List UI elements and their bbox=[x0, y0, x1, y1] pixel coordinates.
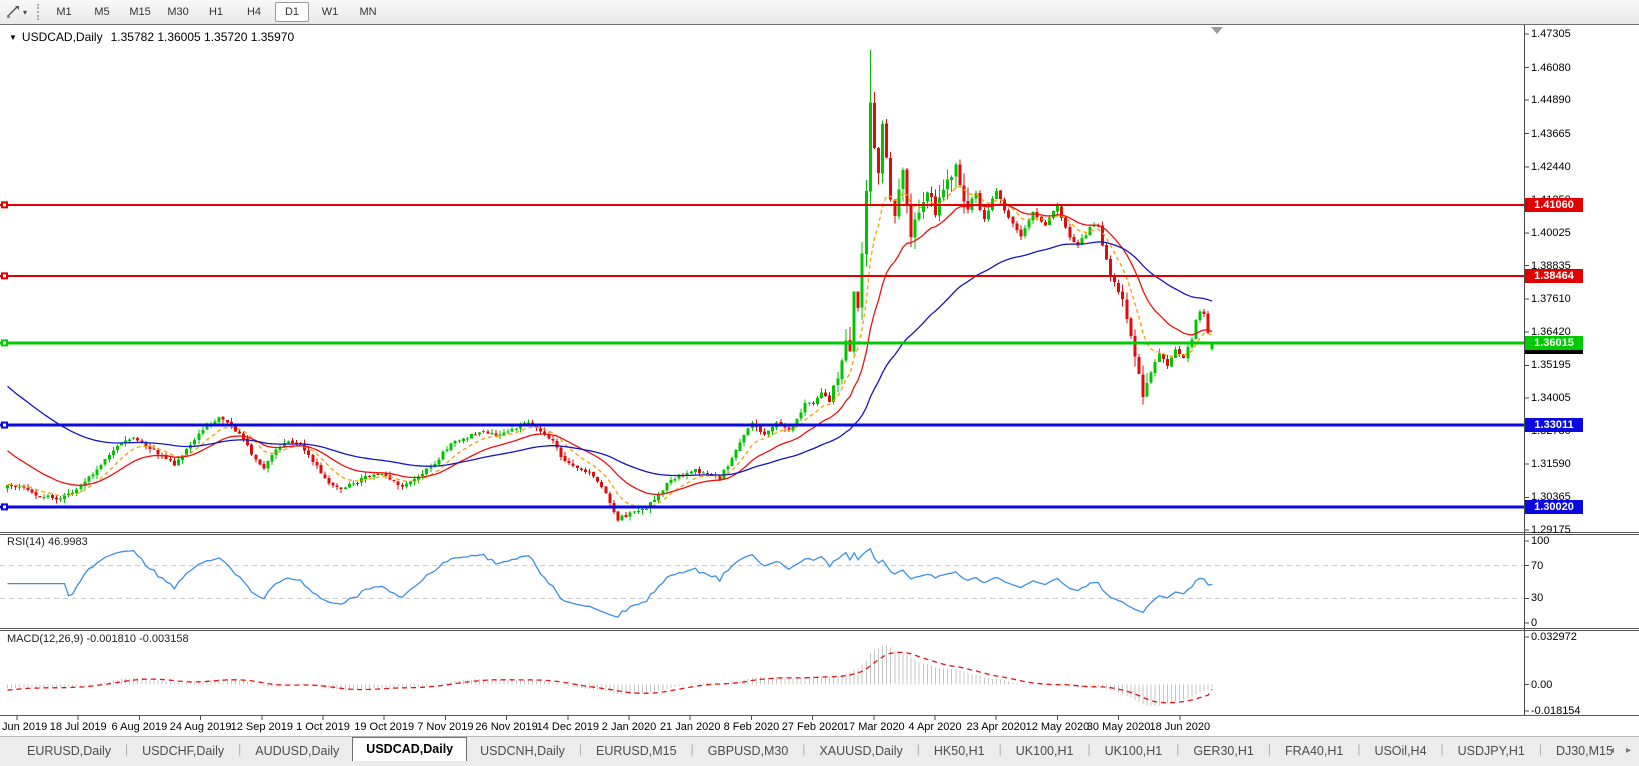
timeframe-button-mn[interactable]: MN bbox=[351, 2, 385, 22]
macd-label: MACD(12,26,9) -0.001810 -0.003158 bbox=[7, 633, 189, 645]
chart-tab-fra40-h1[interactable]: FRA40,H1 bbox=[1272, 741, 1356, 761]
time-axis-label: 18 Jul 2019 bbox=[49, 721, 107, 733]
time-axis-label: 6 Aug 2019 bbox=[111, 721, 168, 733]
tab-scroll-left-icon[interactable]: ◂ bbox=[1609, 745, 1614, 756]
level-drag-handle-dot bbox=[3, 203, 6, 207]
macd-axis-tick: 0.00 bbox=[1531, 678, 1553, 691]
time-axis-label: 24 Aug 2019 bbox=[169, 721, 232, 733]
toolbar: ▾ M1 M5 M15 M30 H1 H4 D1 W1 MN bbox=[0, 0, 1639, 25]
ohlc-values: 1.35782 1.36005 1.35720 1.35970 bbox=[110, 30, 295, 44]
price-axis-tick: 1.43665 bbox=[1531, 127, 1571, 140]
level-price-box: 1.41060 bbox=[1525, 197, 1583, 212]
rsi-line bbox=[7, 547, 1213, 618]
price-axis-tick: 1.46080 bbox=[1531, 61, 1571, 74]
timeframe-button-h4[interactable]: H4 bbox=[237, 2, 271, 22]
price-axis-tick: 1.42440 bbox=[1531, 161, 1571, 174]
cursor-line-tool-icon[interactable] bbox=[4, 4, 22, 20]
level-price-box: 1.36015 bbox=[1525, 335, 1583, 350]
timeframe-button-w1[interactable]: W1 bbox=[313, 2, 347, 22]
candles-layer bbox=[6, 50, 1214, 522]
chart-tabs-bar: EURUSD,Daily | USDCHF,Daily | AUDUSD,Daily US… bbox=[0, 736, 1639, 766]
chart-tab-audusd-daily[interactable]: AUDUSD,Daily bbox=[242, 741, 352, 761]
level-price-box: 1.33011 bbox=[1525, 418, 1583, 433]
time-axis-label: 29 Jun 2019 bbox=[0, 721, 48, 733]
level-drag-handle-dot bbox=[3, 423, 6, 427]
chart-tab-usoil-h4[interactable]: USOil,H4 bbox=[1361, 741, 1439, 761]
chevron-down-icon[interactable]: ▾ bbox=[23, 8, 27, 17]
chart-tab-eurusd-daily[interactable]: EURUSD,Daily bbox=[14, 741, 124, 761]
chart-tab-usdchf-daily[interactable]: USDCHF,Daily bbox=[129, 741, 237, 761]
symbol-title: USDCAD,Daily bbox=[21, 30, 103, 44]
chart-tab-uk100-h1[interactable]: UK100,H1 bbox=[1003, 741, 1087, 761]
price-chart-svg[interactable] bbox=[0, 25, 1639, 737]
time-axis-label: 23 Apr 2020 bbox=[966, 721, 1026, 733]
chart-tab-eurusd-m15[interactable]: EURUSD,M15 bbox=[583, 741, 690, 761]
timeframe-button-m30[interactable]: M30 bbox=[161, 2, 195, 22]
price-axis-tick: 1.34005 bbox=[1531, 391, 1571, 404]
timeframe-buttons: M1 M5 M15 M30 H1 H4 D1 W1 MN bbox=[47, 2, 385, 22]
chart-shift-marker[interactable] bbox=[1211, 27, 1223, 34]
price-axis-tick: 1.44890 bbox=[1531, 94, 1571, 107]
time-axis-label: 7 Nov 2019 bbox=[417, 721, 474, 733]
triangle-down-icon[interactable]: ▼ bbox=[9, 33, 17, 42]
macd-histogram bbox=[7, 645, 1213, 707]
rsi-axis-tick: 30 bbox=[1531, 592, 1544, 605]
rsi-axis-tick: 100 bbox=[1531, 535, 1550, 547]
moving-average-medium-line bbox=[7, 203, 1213, 496]
level-drag-handle-dot bbox=[3, 341, 6, 345]
price-axis-tick: 1.35195 bbox=[1531, 359, 1571, 372]
time-axis-label: 19 Oct 2019 bbox=[354, 721, 415, 733]
level-drag-handle-dot bbox=[3, 274, 6, 278]
macd-axis-tick: -0.018154 bbox=[1531, 705, 1581, 717]
timeframe-button-m15[interactable]: M15 bbox=[123, 2, 157, 22]
time-axis-label: 30 May 2020 bbox=[1086, 721, 1151, 733]
time-axis-label: 14 Dec 2019 bbox=[536, 721, 599, 733]
moving-average-slow-line bbox=[7, 241, 1213, 477]
timeframe-button-m5[interactable]: M5 bbox=[85, 2, 119, 22]
timeframe-button-h1[interactable]: H1 bbox=[199, 2, 233, 22]
mt4-window: ▾ M1 M5 M15 M30 H1 H4 D1 W1 MN ▼ USDCAD,Daily 1.35… bbox=[0, 0, 1639, 766]
macd-signal-line bbox=[7, 651, 1213, 704]
chart-tab-ger30-h1[interactable]: GER30,H1 bbox=[1180, 741, 1266, 761]
rsi-label: RSI(14) 46.9983 bbox=[7, 536, 88, 548]
moving-average-fast-line bbox=[7, 185, 1213, 509]
chart-tabs: EURUSD,Daily | USDCHF,Daily | AUDUSD,Daily US… bbox=[0, 737, 1626, 761]
chart-tab-hk50-h1[interactable]: HK50,H1 bbox=[921, 741, 998, 761]
chart-tab-usdcad-daily[interactable]: USDCAD,Daily bbox=[352, 737, 468, 761]
time-axis-label: 21 Jan 2020 bbox=[659, 721, 721, 733]
time-axis-label: 8 Feb 2020 bbox=[723, 721, 780, 733]
price-axis-tick: 1.37610 bbox=[1531, 293, 1571, 306]
chart-tab-uk100-h1[interactable]: UK100,H1 bbox=[1092, 741, 1176, 761]
timeframe-button-m1[interactable]: M1 bbox=[47, 2, 81, 22]
price-axis-tick: 1.31590 bbox=[1531, 457, 1571, 470]
time-axis-label: 27 Feb 2020 bbox=[781, 721, 844, 733]
price-axis-tick: 1.47305 bbox=[1531, 28, 1571, 40]
chart-tab-usdcnh-daily[interactable]: USDCNH,Daily bbox=[467, 741, 578, 761]
chart-tab-xauusd-daily[interactable]: XAUUSD,Daily bbox=[806, 741, 915, 761]
chart-tab-gbpusd-m30[interactable]: GBPUSD,M30 bbox=[695, 741, 802, 761]
rsi-axis-tick: 0 bbox=[1531, 617, 1538, 629]
time-axis-label: 17 Mar 2020 bbox=[842, 721, 905, 733]
time-axis-label: 12 Sep 2019 bbox=[230, 721, 293, 733]
chart-tab-usdjpy-h1[interactable]: USDJPY,H1 bbox=[1445, 741, 1538, 761]
time-axis-label: 12 May 2020 bbox=[1025, 721, 1090, 733]
chart-title: ▼ USDCAD,Daily 1.35782 1.36005 1.35720 1.3… bbox=[9, 30, 294, 44]
time-axis-label: 4 Apr 2020 bbox=[908, 721, 962, 733]
level-price-box: 1.30020 bbox=[1525, 499, 1583, 514]
price-axis-tick: 1.40025 bbox=[1531, 227, 1571, 240]
toolbar-grip[interactable] bbox=[37, 4, 40, 20]
timeframe-button-d1[interactable]: D1 bbox=[275, 2, 310, 22]
macd-axis-tick: 0.032972 bbox=[1531, 631, 1577, 643]
time-axis-label: 18 Jun 2020 bbox=[1149, 721, 1211, 733]
chart-area[interactable]: ▼ USDCAD,Daily 1.35782 1.36005 1.35720 1.3… bbox=[0, 24, 1639, 737]
tab-scroll-right-icon[interactable]: ▸ bbox=[1626, 745, 1631, 756]
level-price-box: 1.38464 bbox=[1525, 268, 1583, 283]
time-axis-label: 1 Oct 2019 bbox=[296, 721, 350, 733]
level-drag-handle-dot bbox=[3, 505, 6, 509]
rsi-axis-tick: 70 bbox=[1531, 559, 1544, 572]
time-axis-label: 26 Nov 2019 bbox=[475, 721, 538, 733]
time-axis-label: 2 Jan 2020 bbox=[601, 721, 657, 733]
